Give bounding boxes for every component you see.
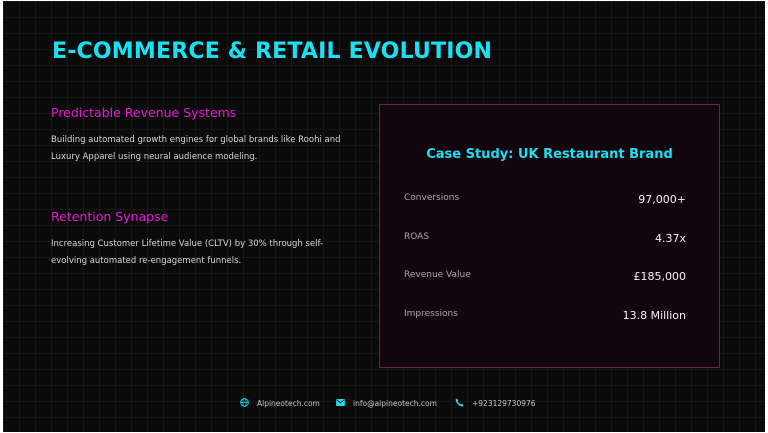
footer-email-text: info@alpineotech.com xyxy=(353,398,437,408)
metric-label: Impressions xyxy=(404,309,458,319)
slide: E-COMMERCE & RETAIL EVOLUTION Predictabl… xyxy=(3,1,765,432)
globe-icon xyxy=(240,397,249,409)
metric-value: 13.8 Million xyxy=(622,309,686,322)
case-study-card: Case Study: UK Restaurant Brand Conversi… xyxy=(379,104,720,368)
footer-phone[interactable]: +923129730976 xyxy=(455,395,536,411)
metric-row-revenue-value: Revenue Value £185,000 xyxy=(404,270,686,290)
metric-label: Revenue Value xyxy=(404,270,471,280)
metric-label: ROAS xyxy=(404,232,430,242)
section-heading-retention: Retention Synapse xyxy=(51,209,169,224)
metric-label: Conversions xyxy=(404,193,460,203)
footer-website[interactable]: Alpineotech.com xyxy=(240,395,320,411)
footer-website-text: Alpineotech.com xyxy=(257,398,320,408)
section-text-revenue: Building automated growth engines for gl… xyxy=(51,135,341,162)
section-text-retention: Increasing Customer Lifetime Value (CLTV… xyxy=(51,239,324,266)
metric-value: 97,000+ xyxy=(638,193,686,206)
section-heading-revenue: Predictable Revenue Systems xyxy=(51,105,237,120)
case-study-title: Case Study: UK Restaurant Brand xyxy=(426,147,673,162)
metric-value: £185,000 xyxy=(633,270,687,283)
envelope-icon xyxy=(336,398,345,408)
metric-row-conversions: Conversions 97,000+ xyxy=(404,193,686,213)
phone-icon xyxy=(455,398,464,409)
metric-value: 4.37x xyxy=(654,232,686,245)
footer-email[interactable]: info@alpineotech.com xyxy=(336,395,437,411)
metric-row-impressions: Impressions 13.8 Million xyxy=(404,309,686,329)
footer-phone-text: +923129730976 xyxy=(472,398,536,408)
metric-row-roas: ROAS 4.37x xyxy=(404,232,686,252)
slide-title: E-COMMERCE & RETAIL EVOLUTION xyxy=(52,39,493,64)
